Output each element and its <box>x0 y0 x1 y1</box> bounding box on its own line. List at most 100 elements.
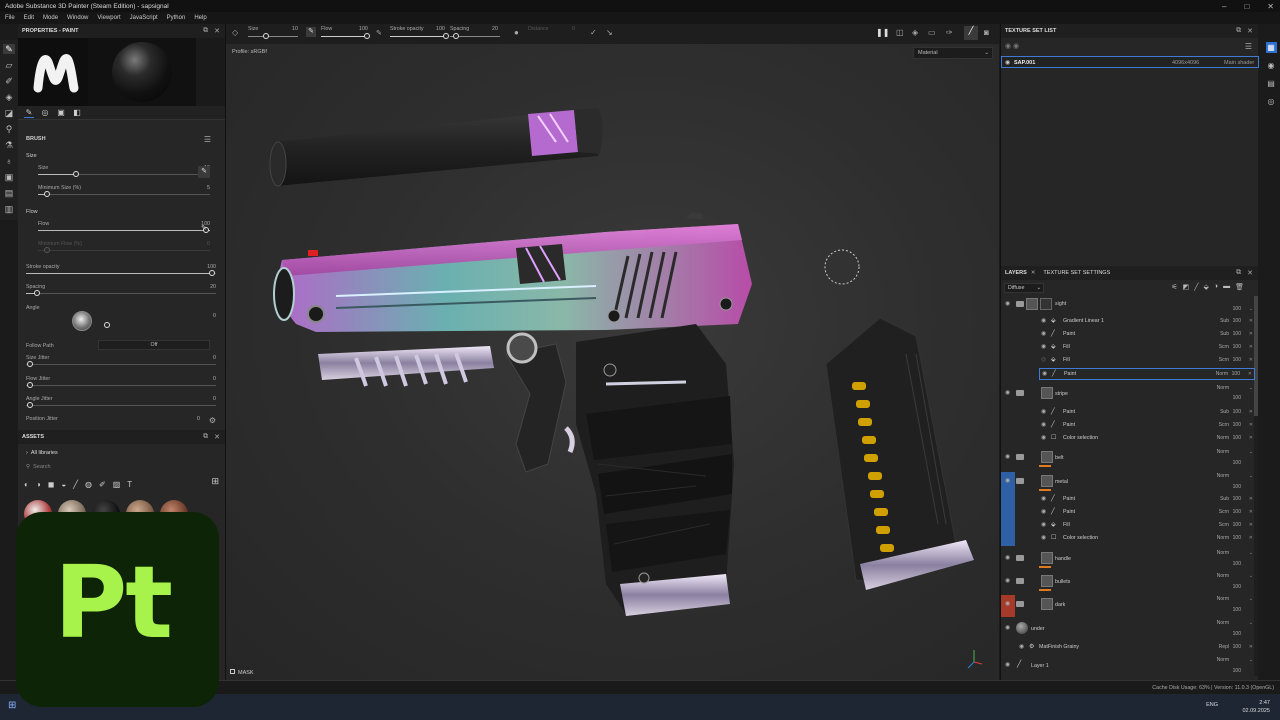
follow-path-dropdown[interactable]: Off <box>98 340 210 350</box>
layer-dark[interactable]: ◉ dark Norm 100 ⌄ <box>1001 595 1259 617</box>
layer-blend[interactable]: Norm <box>1217 657 1229 663</box>
effect-opacity[interactable]: 100 <box>1233 535 1241 541</box>
magazine[interactable] <box>825 317 974 590</box>
projection-icon[interactable]: ✐ <box>3 76 15 86</box>
size-jitter-value[interactable]: 0 <box>213 355 216 361</box>
layer-blend[interactable]: Norm <box>1217 473 1229 479</box>
tab-alpha-icon[interactable]: ◎ <box>40 108 50 118</box>
layer-handle[interactable]: ◉ handle Norm 100 ⌄ <box>1001 549 1259 571</box>
smudge-icon[interactable]: ◪ <box>3 108 15 118</box>
effect-blend[interactable]: Repl <box>1219 644 1229 650</box>
spacing-slider[interactable]: Spacing 20 <box>26 284 216 298</box>
effect-blend[interactable]: Sub <box>1220 496 1229 502</box>
pen-pressure-size-icon[interactable]: ✎ <box>198 166 210 178</box>
effect-remove-icon[interactable]: ✕ <box>1249 357 1253 363</box>
layer-layer-1[interactable]: ◉ ╱ Layer 1 Norm 100 ⌄ <box>1001 656 1259 678</box>
effect-row[interactable]: ◉ ⬙ Fill Scrn 100 ✕ <box>1001 520 1259 532</box>
effect-opacity[interactable]: 100 <box>1233 357 1241 363</box>
effect-blend[interactable]: Scrn <box>1219 509 1229 515</box>
layer-opacity[interactable]: 100 <box>1233 607 1241 613</box>
layer-metal[interactable]: ◉ metal Norm 100 ⌄ <box>1001 472 1259 494</box>
angle-control[interactable]: Angle 0 <box>26 305 216 335</box>
effect-remove-icon[interactable]: ✕ <box>1249 409 1253 415</box>
effect-remove-icon[interactable]: ✕ <box>1249 318 1253 324</box>
effect-row[interactable]: ◉ ⬙ Gradient Linear 1 Sub 100 ✕ <box>1001 316 1259 328</box>
flow-slider[interactable]: Flow 100 <box>38 221 210 235</box>
effect-blend[interactable]: Scrn <box>1219 422 1229 428</box>
layer-blend[interactable]: Norm <box>1217 620 1229 626</box>
layer-belt[interactable]: ◉ belt Norm 100 ⌄ <box>1001 448 1259 470</box>
picker-icon[interactable]: ⚗ <box>3 140 15 150</box>
effect-opacity[interactable]: 100 <box>1233 522 1241 528</box>
effect-eye-hidden-icon[interactable]: ◎ <box>1041 356 1046 363</box>
effect-opacity[interactable]: 100 <box>1233 409 1241 415</box>
angle-value[interactable]: 0 <box>213 313 216 319</box>
geometry-mask-icon[interactable]: ◈ <box>3 92 15 102</box>
effect-remove-icon[interactable]: ✕ <box>1249 509 1253 515</box>
flow-jitter-value[interactable]: 0 <box>213 376 216 382</box>
size-slider[interactable]: Size 10 <box>38 165 210 179</box>
shader-panel-icon[interactable]: ▤ <box>1266 78 1277 89</box>
effect-blend[interactable]: Sub <box>1220 318 1229 324</box>
bake-icon[interactable]: ♁ <box>3 156 15 166</box>
layer-opacity[interactable]: 100 <box>1233 395 1241 401</box>
ts-close-icon[interactable]: ✕ <box>1247 27 1253 35</box>
effect-row[interactable]: ◉ ⬙ Fill Scrn 100 ✕ <box>1001 342 1259 354</box>
language-indicator[interactable]: ENG <box>1206 702 1218 708</box>
add-folder-icon[interactable]: ▬ <box>1223 283 1230 291</box>
angle-dial[interactable] <box>72 311 92 331</box>
layer-menu-icon[interactable]: ⌄ <box>1249 620 1253 626</box>
windows-start-icon[interactable]: ⊞ <box>8 700 16 711</box>
add-paint-layer-icon[interactable]: ╱ <box>1194 283 1198 291</box>
effect-blend[interactable]: Norm <box>1216 371 1228 377</box>
effect-opacity[interactable]: 100 <box>1233 318 1241 324</box>
layers-close-icon[interactable]: ✕ <box>1247 269 1253 277</box>
effect-remove-icon[interactable]: ✕ <box>1249 496 1253 502</box>
size-jitter-slider[interactable]: Size Jitter 0 <box>26 355 216 369</box>
angle-knob[interactable] <box>104 322 110 328</box>
menu-window[interactable]: Window <box>67 15 88 21</box>
pistol-grip[interactable] <box>576 324 734 616</box>
history-icon[interactable]: ▥ <box>3 204 15 214</box>
assets-close-icon[interactable]: ✕ <box>214 433 220 441</box>
filter-environments-icon[interactable]: ▨ <box>113 480 121 489</box>
effect-row-selected[interactable]: ◉ ╱ Paint Norm 100 ✕ <box>1039 368 1255 380</box>
effect-row[interactable]: ◉ ╱ Paint Scrn 100 ✕ <box>1001 420 1259 432</box>
effect-opacity[interactable]: 100 <box>1233 509 1241 515</box>
layer-blend[interactable]: Norm <box>1217 573 1229 579</box>
add-mask-icon[interactable]: ◩ <box>1183 283 1190 291</box>
layer-menu-icon[interactable]: ⌄ <box>1249 449 1253 455</box>
filter-tools-icon[interactable]: ✐ <box>99 480 106 489</box>
pistol-slide[interactable] <box>273 212 752 332</box>
settings-panel-icon[interactable]: ◉ <box>1266 60 1277 71</box>
min-size-value[interactable]: 5 <box>207 185 210 191</box>
layer-stripe[interactable]: ◉ stripe Norm 100 ⌄ <box>1001 385 1259 407</box>
effect-opacity[interactable]: 100 <box>1233 435 1241 441</box>
filter-textures-icon[interactable]: ◼ <box>48 480 55 489</box>
tab-layers[interactable]: LAYERS <box>1005 270 1027 276</box>
tab-material-icon[interactable]: ◧ <box>72 108 82 118</box>
menu-javascript[interactable]: JavaScript <box>130 15 158 21</box>
effect-eye-icon[interactable]: ◉ <box>1019 643 1024 650</box>
library-selector[interactable]: › All libraries <box>26 450 58 456</box>
settings-gear-icon[interactable]: ⚙ <box>209 416 216 425</box>
angle-jitter-value[interactable]: 0 <box>213 396 216 402</box>
rail-spring[interactable] <box>318 346 494 387</box>
close-panel-icon[interactable]: ✕ <box>214 27 220 35</box>
menu-help[interactable]: Help <box>194 15 206 21</box>
effect-eye-icon[interactable]: ◉ <box>1041 343 1046 350</box>
visibility-eye-icon[interactable]: ◉ <box>1005 624 1010 631</box>
effect-opacity[interactable]: 100 <box>1233 422 1241 428</box>
export-icon[interactable]: ▤ <box>3 188 15 198</box>
layer-menu-icon[interactable]: ⌄ <box>1249 573 1253 579</box>
material-preview[interactable] <box>88 38 196 106</box>
visibility-eye-icon[interactable]: ◉ <box>1005 300 1010 307</box>
layer-opacity[interactable]: 100 <box>1233 668 1241 674</box>
effect-remove-icon[interactable]: ✕ <box>1249 422 1253 428</box>
position-jitter-slider[interactable]: Position Jitter 0 ⚙ <box>26 416 216 428</box>
menu-python[interactable]: Python <box>167 15 186 21</box>
asset-search-input[interactable]: ⚲ Search <box>26 464 216 474</box>
effect-opacity[interactable]: 100 <box>1233 331 1241 337</box>
effect-eye-icon[interactable]: ◉ <box>1041 534 1046 541</box>
layer-sight[interactable]: ◉ sight 100 ⌄ <box>1001 298 1259 316</box>
